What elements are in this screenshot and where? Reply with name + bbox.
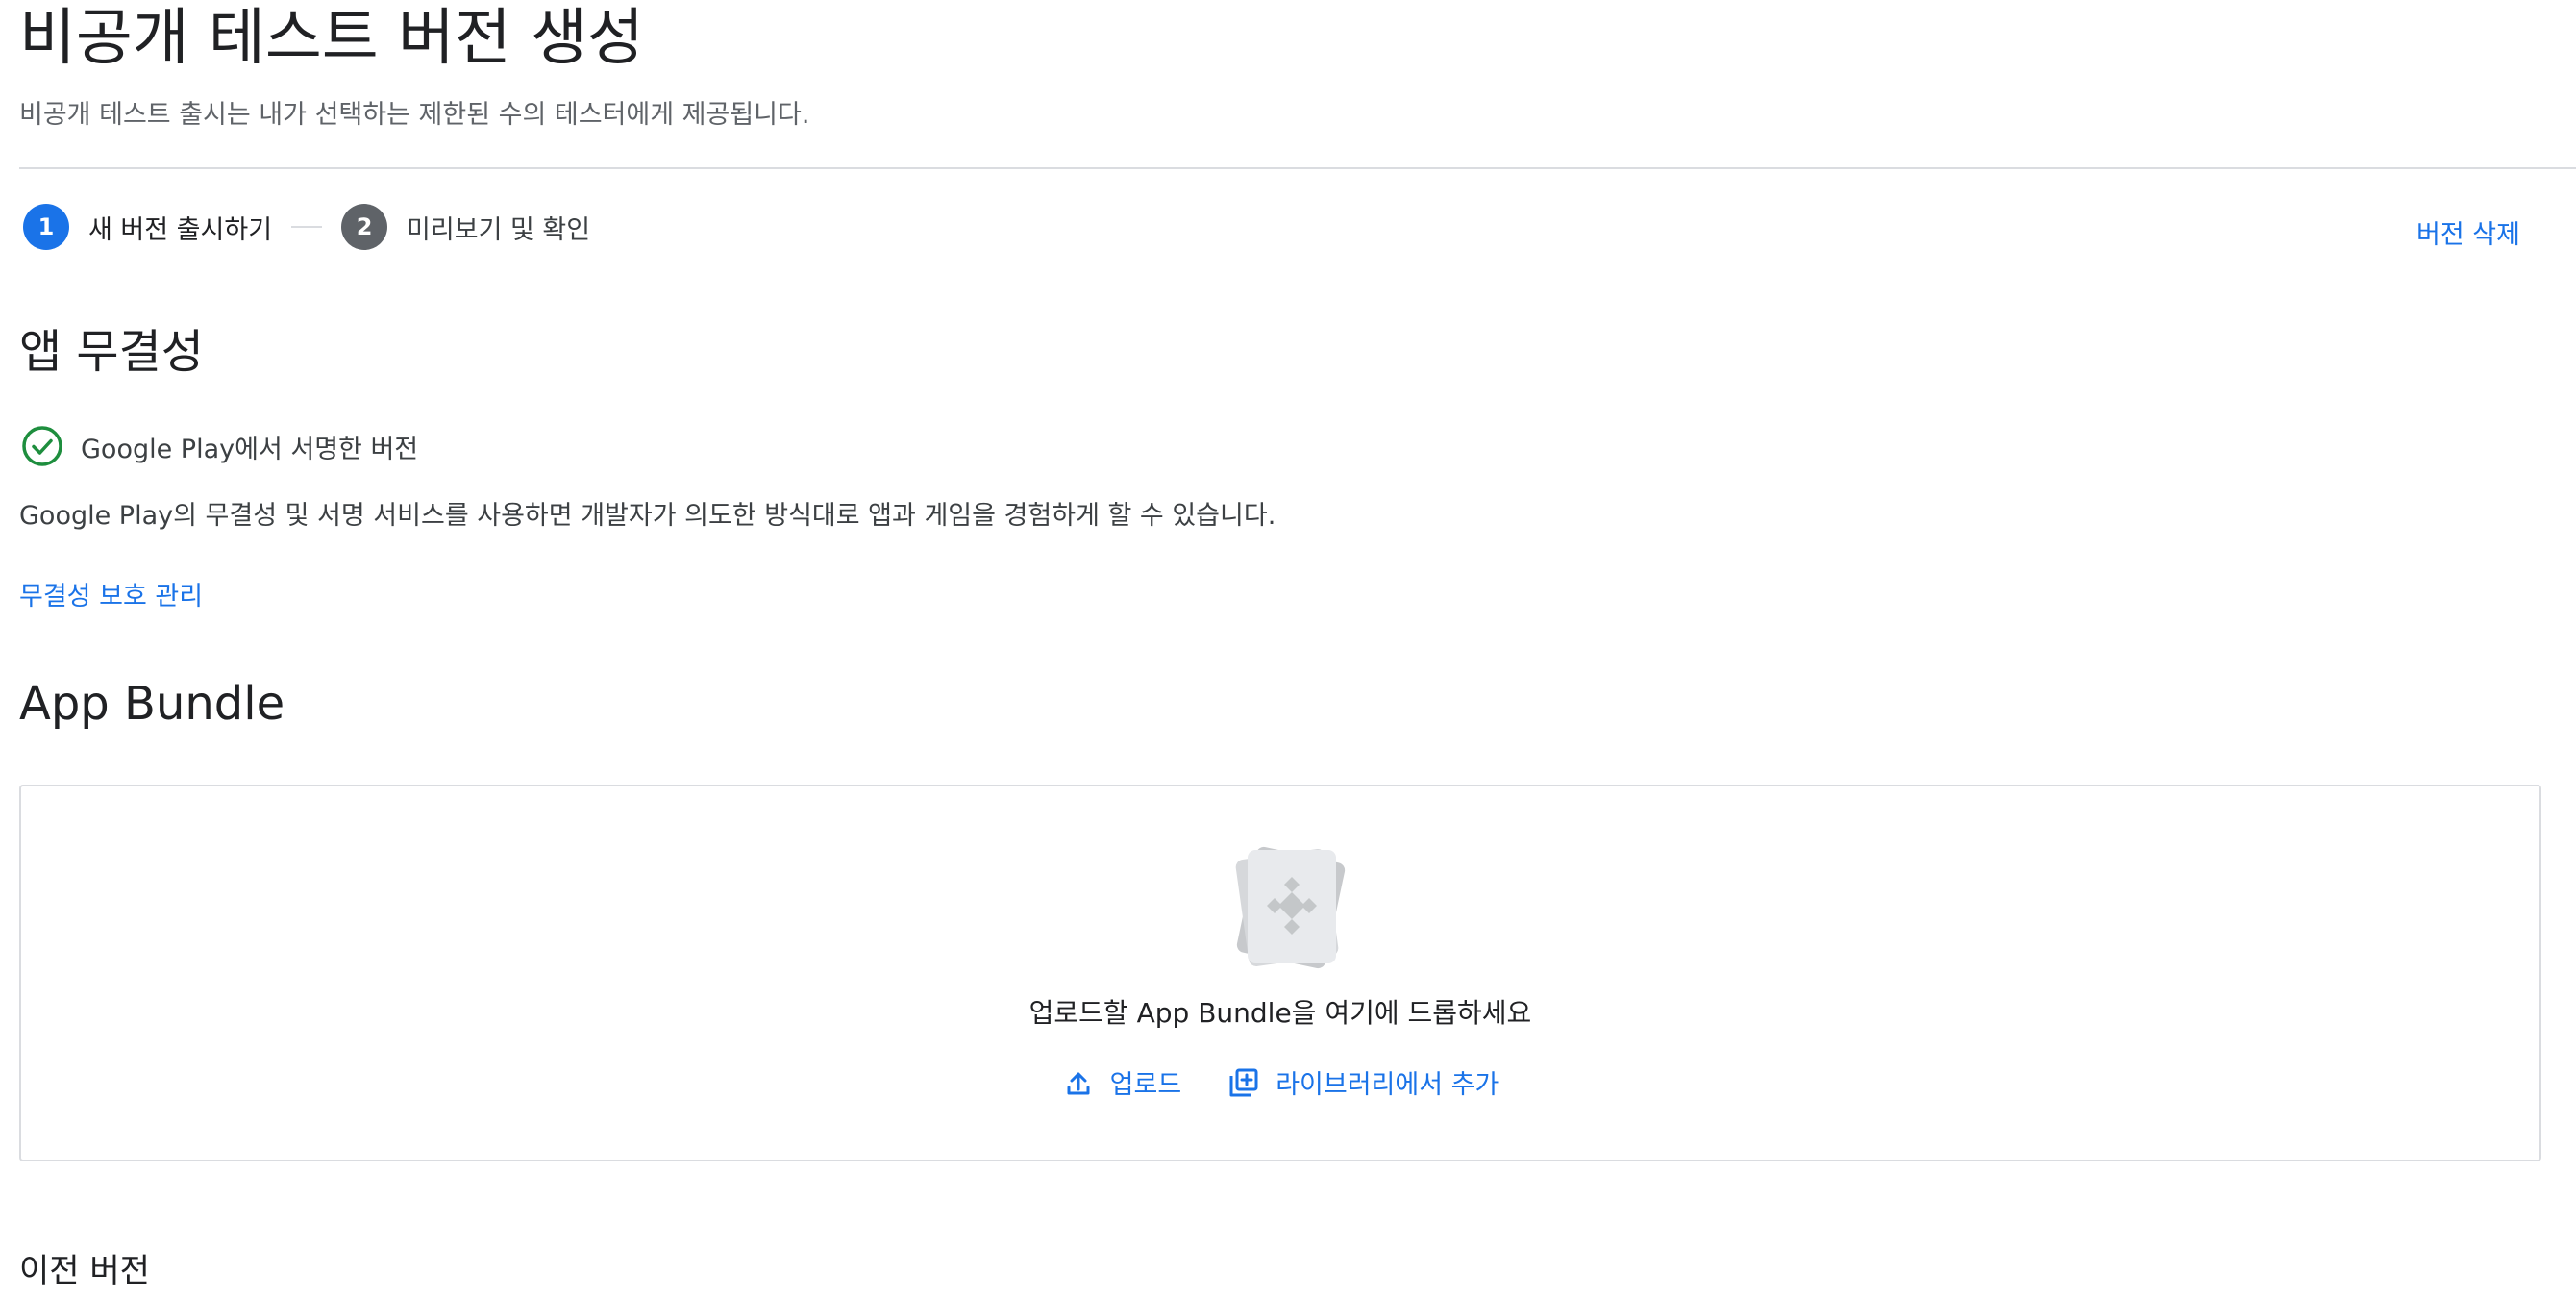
delete-release-button[interactable]: 버전 삭제: [2416, 213, 2520, 251]
app-bundle-heading: App Bundle: [19, 677, 285, 731]
dropzone-instruction: 업로드할 App Bundle을 여기에 드롭하세요: [1028, 997, 1532, 1029]
page-subtitle: 비공개 테스트 출시는 내가 선택하는 제한된 수의 테스터에게 제공됩니다.: [19, 100, 810, 130]
step-1-number[interactable]: 1: [23, 204, 69, 250]
library-add-icon: [1229, 1068, 1258, 1096]
step-2-number[interactable]: 2: [341, 204, 388, 250]
add-from-library-button[interactable]: 라이브러리에서 추가: [1227, 1063, 1499, 1101]
page-title: 비공개 테스트 버전 생성: [19, 3, 644, 74]
step-connector: [291, 226, 323, 228]
upload-label: 업로드: [1109, 1070, 1182, 1100]
integrity-status: Google Play에서 서명한 버전: [21, 425, 418, 467]
upload-icon: [1067, 1072, 1090, 1094]
manage-integrity-link[interactable]: 무결성 보호 관리: [19, 575, 203, 612]
release-stepper: 1 새 버전 출시하기 2 미리보기 및 확인: [23, 204, 590, 250]
header-divider: [19, 167, 2576, 169]
app-bundle-illustration: [1235, 846, 1346, 969]
step-2-label[interactable]: 미리보기 및 확인: [407, 209, 590, 246]
integrity-description: Google Play의 무결성 및 서명 서비스를 사용하면 개발자가 의도한…: [19, 501, 1276, 531]
step-1-label[interactable]: 새 버전 출시하기: [88, 209, 272, 246]
dropzone-actions: 업로드 라이브러리에서 추가: [21, 1063, 2539, 1101]
check-circle-icon: [22, 426, 62, 466]
previous-versions-heading: 이전 버전: [19, 1252, 150, 1290]
app-bundle-dropzone[interactable]: 업로드할 App Bundle을 여기에 드롭하세요 업로드 라이브러리에서 추…: [19, 785, 2541, 1161]
upload-button[interactable]: 업로드: [1062, 1063, 1182, 1101]
app-integrity-heading: 앱 무결성: [19, 325, 204, 379]
add-from-library-label: 라이브러리에서 추가: [1276, 1070, 1499, 1100]
integrity-status-text: Google Play에서 서명한 버전: [81, 434, 419, 464]
